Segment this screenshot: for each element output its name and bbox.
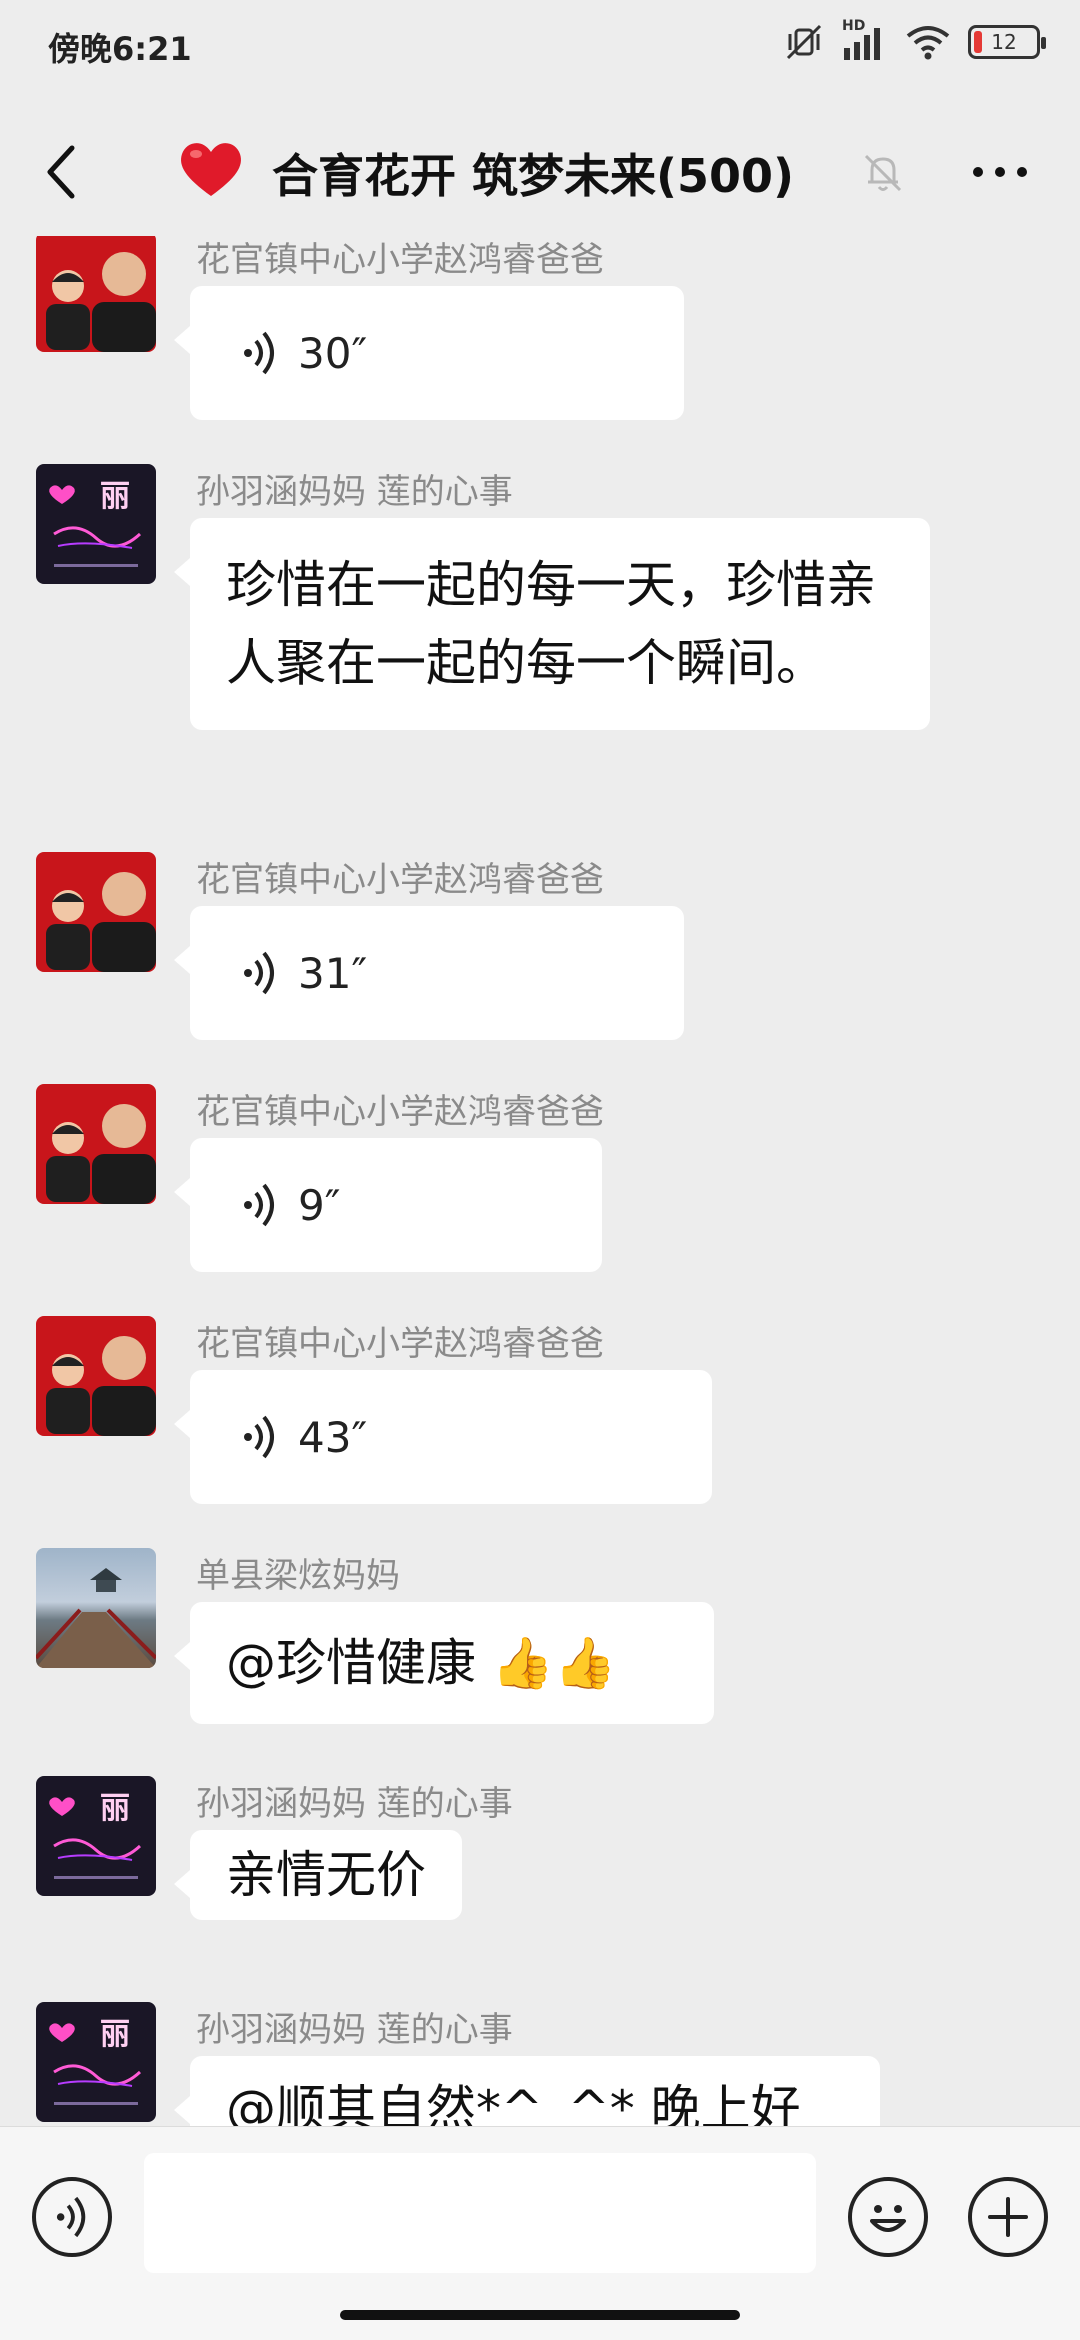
plus-icon — [988, 2197, 1028, 2237]
more-button[interactable] — [960, 142, 1040, 202]
avatar[interactable] — [36, 1548, 156, 1668]
svg-text:丽: 丽 — [100, 479, 130, 514]
message-text: 珍惜在一起的每一天，珍惜亲人聚在一起的每一个瞬间。 — [226, 556, 876, 692]
wifi-icon — [906, 26, 950, 60]
voice-input-button[interactable] — [32, 2177, 112, 2257]
text-message-bubble[interactable]: @顺其自然*^_^* 晚上好 — [174, 2056, 880, 2126]
sender-name: 花官镇中心小学赵鸿睿爸爸 — [196, 1092, 604, 1132]
message-item: 丽 孙羽涵妈妈 莲的心事 珍惜在一起的每一天，珍惜亲人聚在一起的每一个瞬间。 — [0, 464, 1080, 730]
message-item: 丽 孙羽涵妈妈 莲的心事 亲情无价 — [0, 1776, 1080, 1920]
message-text: @珍惜健康 👍👍 — [226, 1634, 617, 1692]
text-message-bubble[interactable]: 珍惜在一起的每一天，珍惜亲人聚在一起的每一个瞬间。 — [174, 518, 930, 730]
text-message-bubble[interactable]: 亲情无价 — [174, 1830, 462, 1920]
avatar[interactable] — [36, 852, 156, 972]
page-title: 合育花开 筑梦未来(500) — [272, 149, 795, 203]
input-bar — [0, 2126, 1080, 2340]
voice-icon — [244, 331, 274, 375]
voice-message-bubble[interactable]: 9″ — [174, 1138, 602, 1272]
message-item: 花官镇中心小学赵鸿睿爸爸 9″ — [0, 1084, 1080, 1272]
voice-icon — [56, 2196, 86, 2238]
sender-name: 孙羽涵妈妈 莲的心事 — [196, 472, 513, 512]
voice-icon — [244, 951, 274, 995]
status-icons: HD 12 — [784, 18, 1046, 62]
voice-duration: 30″ — [298, 328, 368, 378]
message-item: 花官镇中心小学赵鸿睿爸爸 30″ — [0, 236, 1080, 420]
voice-icon — [244, 1183, 274, 1227]
voice-message-bubble[interactable]: 43″ — [174, 1370, 712, 1504]
sender-name: 单县梁炫妈妈 — [196, 1556, 400, 1596]
status-bar: 傍晚6:21 HD 12 — [0, 0, 1080, 92]
avatar[interactable] — [36, 1084, 156, 1204]
voice-duration: 43″ — [298, 1412, 368, 1462]
mute-bell-icon — [864, 154, 902, 192]
sender-name: 花官镇中心小学赵鸿睿爸爸 — [196, 860, 604, 900]
heart-icon — [181, 143, 241, 196]
voice-icon — [244, 1415, 274, 1459]
voice-message-bubble[interactable]: 30″ — [174, 286, 684, 420]
back-arrow-icon — [47, 145, 75, 199]
sender-name: 孙羽涵妈妈 莲的心事 — [196, 2010, 513, 2050]
sender-name: 孙羽涵妈妈 莲的心事 — [196, 1784, 513, 1824]
message-item: 花官镇中心小学赵鸿睿爸爸 43″ — [0, 1316, 1080, 1504]
plus-button[interactable] — [968, 2177, 1048, 2257]
message-text: 亲情无价 — [226, 1846, 426, 1904]
avatar[interactable]: 丽 — [36, 2002, 156, 2122]
message-text: @顺其自然*^_^* 晚上好 — [226, 2080, 801, 2126]
sender-name: 花官镇中心小学赵鸿睿爸爸 — [196, 1324, 604, 1364]
title-bar: 合育花开 筑梦未来(500) — [0, 112, 1080, 232]
battery-icon: 12 — [968, 25, 1046, 59]
battery-level: 12 — [991, 30, 1017, 54]
avatar[interactable] — [36, 1316, 156, 1436]
sender-name: 花官镇中心小学赵鸿睿爸爸 — [196, 240, 604, 280]
svg-text:丽: 丽 — [100, 2017, 130, 2052]
message-item: 单县梁炫妈妈 @珍惜健康 👍👍 — [0, 1548, 1080, 1724]
avatar[interactable]: 丽 — [36, 464, 156, 584]
vibrate-off-icon — [786, 24, 822, 60]
more-icon — [973, 167, 983, 177]
emoji-icon — [870, 2205, 906, 2232]
avatar[interactable]: 丽 — [36, 1776, 156, 1896]
avatar[interactable] — [36, 236, 156, 352]
cell-signal-icon: HD — [842, 18, 888, 62]
hd-label: HD — [842, 18, 866, 34]
message-input[interactable] — [144, 2153, 816, 2273]
voice-duration: 9″ — [298, 1180, 341, 1230]
text-message-bubble[interactable]: @珍惜健康 👍👍 — [174, 1602, 714, 1724]
chat-list[interactable]: 花官镇中心小学赵鸿睿爸爸 30″ 丽 孙羽涵妈妈 莲的心事 珍惜在一起的每一天，… — [0, 236, 1080, 2126]
status-time: 傍晚6:21 — [48, 30, 192, 68]
message-item: 丽 孙羽涵妈妈 莲的心事 @顺其自然*^_^* 晚上好 — [0, 2002, 1080, 2126]
home-indicator[interactable] — [340, 2310, 740, 2320]
svg-text:丽: 丽 — [100, 1791, 130, 1826]
emoji-button[interactable] — [848, 2177, 928, 2257]
voice-message-bubble[interactable]: 31″ — [174, 906, 684, 1040]
message-item: 花官镇中心小学赵鸿睿爸爸 31″ — [0, 852, 1080, 1040]
back-button[interactable] — [30, 140, 94, 204]
voice-duration: 31″ — [298, 948, 368, 998]
